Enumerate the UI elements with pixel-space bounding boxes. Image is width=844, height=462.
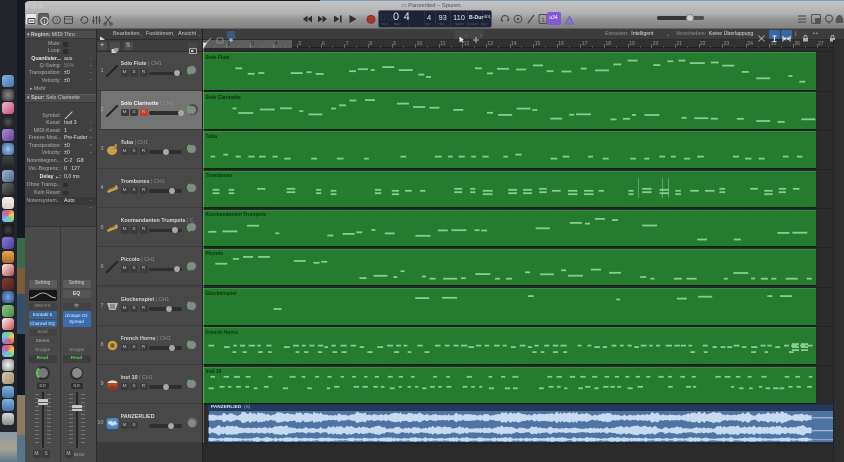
- svg-text:i: i: [43, 19, 44, 25]
- svg-text:?: ?: [54, 18, 57, 24]
- svg-text:1: 1: [541, 17, 545, 24]
